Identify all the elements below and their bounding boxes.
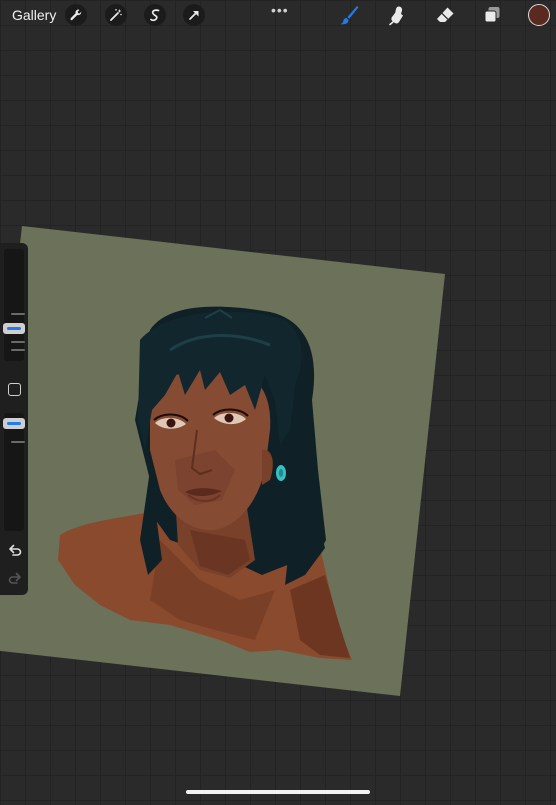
slider-tick bbox=[11, 341, 25, 343]
brush-size-slider[interactable] bbox=[4, 249, 25, 361]
opacity-slider[interactable] bbox=[4, 413, 25, 531]
redo-button[interactable] bbox=[7, 571, 23, 585]
left-sidebar bbox=[0, 243, 28, 595]
brush-size-handle[interactable] bbox=[3, 323, 25, 334]
redo-icon bbox=[8, 572, 21, 584]
undo-icon bbox=[9, 544, 22, 556]
modify-button[interactable] bbox=[8, 383, 21, 396]
undo-button[interactable] bbox=[7, 543, 23, 557]
slider-tick bbox=[11, 313, 25, 315]
opacity-handle[interactable] bbox=[3, 418, 25, 429]
canvas[interactable] bbox=[0, 0, 556, 800]
canvas-area bbox=[0, 0, 556, 800]
home-indicator[interactable] bbox=[186, 790, 370, 794]
slider-tick bbox=[11, 349, 25, 351]
slider-tick bbox=[11, 441, 25, 443]
